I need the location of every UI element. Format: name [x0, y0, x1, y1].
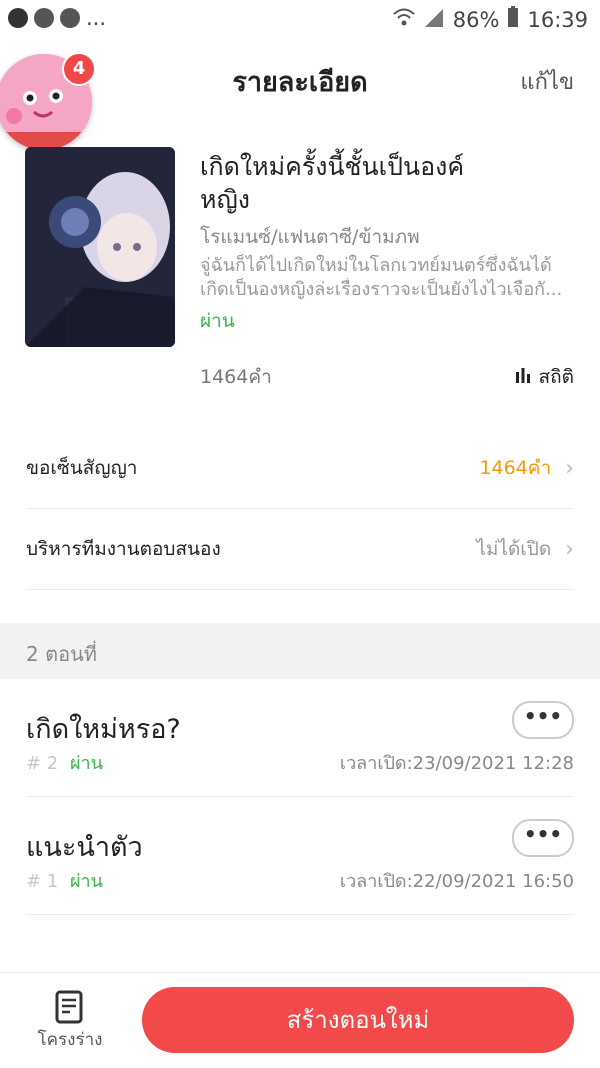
document-icon	[26, 990, 114, 1026]
stats-button[interactable]: สถิติ	[515, 362, 574, 392]
contract-row[interactable]: ขอเซ็นสัญญา 1464คำ ›	[26, 428, 574, 509]
battery-percent: 86%	[452, 7, 500, 32]
chevron-right-icon: ›	[565, 455, 574, 481]
notification-badge: 4	[62, 52, 96, 86]
edit-button[interactable]: แก้ไข	[520, 64, 574, 99]
episodes-count: 2 ตอนที่	[26, 642, 97, 666]
book-status: ผ่าน	[200, 310, 235, 332]
episode-item[interactable]: เกิดใหม่หรอ? ••• # 2 ผ่าน เวลาเปิด:23/09…	[26, 679, 574, 797]
contract-label: ขอเซ็นสัญญา	[26, 457, 138, 479]
book-description: จู่ฉันก็ได้ไปเกิดใหม่ในโลกเวทย์มนตร์ซึ่ง…	[200, 254, 580, 302]
more-notifications: ...	[86, 6, 107, 30]
book-genre: โรแมนซ์/แฟนตาซี/ข้ามภพ	[200, 226, 420, 248]
episode-status: ผ่าน	[70, 871, 103, 892]
episode-title: แนะนำตัว	[26, 832, 143, 863]
episode-item[interactable]: แนะนำตัว ••• # 1 ผ่าน เวลาเปิด:22/09/202…	[26, 797, 574, 915]
signal-icon	[423, 7, 445, 32]
episode-title: เกิดใหม่หรอ?	[26, 714, 181, 745]
app-notification-icon	[8, 8, 28, 28]
book-description-line1: จู่ฉันก็ได้ไปเกิดใหม่ในโลกเวทย์มนตร์ซึ่ง…	[200, 255, 552, 276]
book-word-count: 1464คำ	[200, 366, 272, 388]
episode-open-time: เวลาเปิด:22/09/2021 16:50	[339, 871, 574, 892]
team-response-row[interactable]: บริหารทีมงานตอบสนอง ไม่ได้เปิด ›	[26, 509, 574, 590]
book-title: เกิดใหม่ครั้งนี้ชั้นเป็นองค์ หญิง	[200, 150, 500, 216]
messenger-icon	[34, 8, 54, 28]
book-title-line1: เกิดใหม่ครั้งนี้ชั้นเป็นองค์	[200, 152, 465, 181]
chevron-right-icon: ›	[565, 536, 574, 562]
wifi-icon	[393, 7, 415, 32]
book-description-line2: เกิดเป็นองหญิงล่ะเรื่องราวจะเป็นยังไงไวเ…	[200, 279, 563, 300]
episode-number: # 1	[26, 871, 59, 892]
messenger-icon-2	[60, 8, 80, 28]
more-options-button[interactable]: •••	[512, 701, 574, 739]
team-response-value: ไม่ได้เปิด	[476, 538, 552, 560]
create-episode-button[interactable]: สร้างตอนใหม่	[142, 987, 574, 1053]
bar-chart-icon	[515, 366, 531, 388]
contract-value: 1464คำ	[479, 457, 552, 479]
outline-label: โครงร่าง	[37, 1030, 103, 1050]
book-title-line2: หญิง	[200, 185, 250, 214]
outline-button[interactable]: โครงร่าง	[26, 990, 114, 1053]
episode-open-time: เวลาเปิด:23/09/2021 12:28	[339, 753, 574, 774]
status-bar: ... 86% 16:39	[0, 0, 600, 40]
stats-label: สถิติ	[538, 366, 574, 388]
episode-status: ผ่าน	[70, 753, 103, 774]
episode-meta: # 2 ผ่าน	[26, 748, 103, 777]
episode-number: # 2	[26, 753, 59, 774]
battery-icon	[507, 6, 519, 33]
book-cover-image	[25, 147, 175, 347]
team-response-label: บริหารทีมงานตอบสนอง	[26, 538, 221, 560]
episode-meta: # 1 ผ่าน	[26, 866, 103, 895]
more-options-button[interactable]: •••	[512, 819, 574, 857]
clock: 16:39	[527, 7, 588, 32]
